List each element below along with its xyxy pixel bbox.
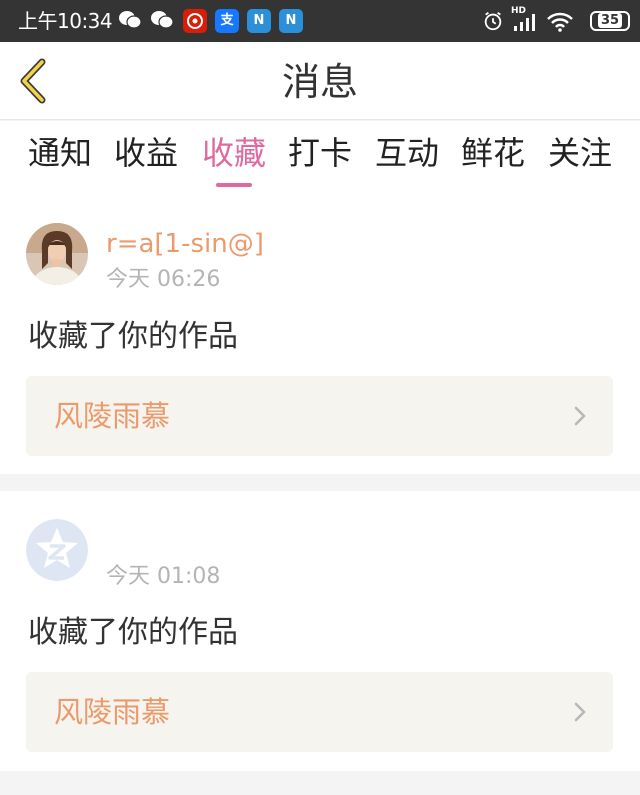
nav-header: 消息 [0, 42, 640, 120]
message-card: r=a[1-sin@] 今天 06:26 收藏了你的作品 风陵雨慕 [0, 193, 640, 474]
tab-earnings[interactable]: 收益 [106, 133, 186, 183]
tab-active-indicator [216, 183, 252, 187]
page-title: 消息 [281, 60, 358, 104]
signal-icon [512, 12, 538, 36]
work-link[interactable]: 风陵雨慕 [26, 376, 613, 456]
message-time: 今天 06:26 [106, 267, 221, 292]
alipay-icon: 支 [215, 9, 239, 33]
status-time: 上午10:34 [18, 9, 113, 33]
wifi-icon [546, 11, 574, 37]
tab-following[interactable]: 关注 [540, 133, 620, 183]
user-photo-avatar [26, 223, 88, 285]
username[interactable]: r=a[1-sin@] [106, 229, 264, 259]
wechat-icon [150, 9, 174, 33]
work-title: 风陵雨慕 [54, 399, 171, 433]
avatar[interactable] [26, 519, 88, 581]
avatar[interactable] [26, 223, 88, 285]
chevron-right-icon [574, 702, 586, 722]
tab-notifications[interactable]: 通知 [20, 133, 100, 183]
action-text: 收藏了你的作品 [28, 615, 238, 650]
message-card: 今天 01:08 收藏了你的作品 风陵雨慕 [0, 491, 640, 771]
action-text: 收藏了你的作品 [28, 319, 238, 354]
nb-icon: N [279, 9, 303, 33]
work-title: 风陵雨慕 [54, 695, 171, 729]
tab-bar: 通知 收益 收藏 打卡 互动 鲜花 关注 [0, 121, 640, 193]
tab-flowers[interactable]: 鲜花 [453, 133, 533, 183]
screen: 上午10:34 支 N N HD 35 消息 通知 收益 收藏 打卡 互动 鲜花… [0, 0, 640, 795]
battery-icon: 35 [590, 11, 630, 31]
message-time: 今天 01:08 [106, 564, 221, 589]
alarm-icon [482, 10, 504, 36]
tab-favorites[interactable]: 收藏 [194, 133, 274, 183]
default-avatar-icon [26, 519, 88, 581]
nb-icon: N [247, 9, 271, 33]
chevron-right-icon [574, 406, 586, 426]
tab-interaction[interactable]: 互动 [367, 133, 447, 183]
tab-checkin[interactable]: 打卡 [280, 133, 360, 183]
taobao-icon [183, 9, 207, 33]
wechat-icon [118, 9, 142, 33]
status-bar: 上午10:34 支 N N HD 35 [0, 0, 640, 42]
battery-level: 35 [597, 13, 623, 28]
work-link[interactable]: 风陵雨慕 [26, 672, 613, 752]
